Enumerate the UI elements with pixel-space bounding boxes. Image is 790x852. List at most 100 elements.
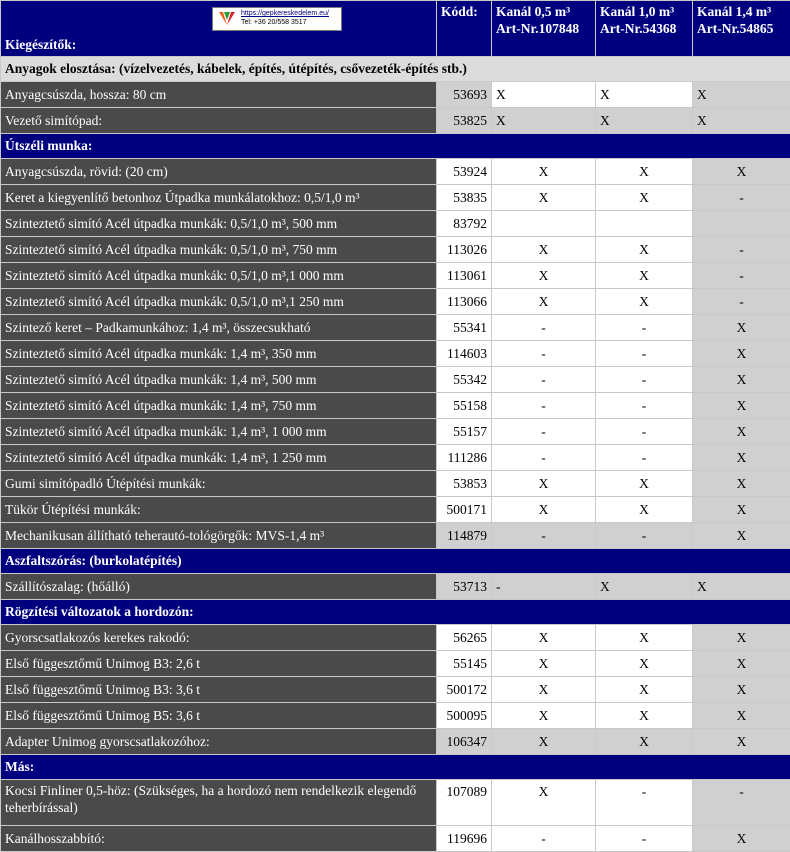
compat-bucket-05: X — [492, 651, 596, 677]
header-bucket-05-size: Kanál 0,5 m³ — [496, 3, 591, 20]
compat-bucket-10: X — [596, 677, 693, 703]
accessory-name: Keret a kiegyenlítő betonhoz Útpadka mun… — [1, 185, 437, 211]
table-row: Első függesztőmű Unimog B5: 3,6 t500095X… — [1, 703, 790, 729]
article-code: 55158 — [437, 393, 492, 419]
accessory-name: Első függesztőmű Unimog B5: 3,6 t — [1, 703, 437, 729]
compat-bucket-14: X — [693, 471, 790, 497]
logo-url-link[interactable]: https://gepkereskedelem.eu/ — [241, 9, 329, 18]
compat-bucket-05: - — [492, 341, 596, 367]
section-header-row: Anyagok elosztása: (vízelvezetés, kábele… — [1, 57, 790, 82]
compat-bucket-05: - — [492, 393, 596, 419]
table-row: Anyagcsúszda, rövid: (20 cm)53924XXX — [1, 159, 790, 185]
accessory-name: Vezető simítópad: — [1, 108, 437, 134]
table-row: Kocsi Finliner 0,5-höz: (Szükséges, ha a… — [1, 780, 790, 826]
article-code: 119696 — [437, 826, 492, 852]
compat-bucket-05: X — [492, 703, 596, 729]
compat-bucket-14: X — [693, 341, 790, 367]
logo-phone: Tel: +36 20/558 3517 — [241, 18, 329, 27]
compat-bucket-10: - — [596, 315, 693, 341]
compat-bucket-10: - — [596, 419, 693, 445]
article-code: 500095 — [437, 703, 492, 729]
header-bucket-10-size: Kanál 1,0 m³ — [600, 3, 688, 20]
compat-bucket-05: X — [492, 185, 596, 211]
header-bucket-14: Kanál 1,4 m³ Art-Nr.54865 — [693, 1, 790, 57]
table-row: Első függesztőmű Unimog B3: 2,6 t55145XX… — [1, 651, 790, 677]
table-row: Mechanikusan állítható teherautó-tológör… — [1, 523, 790, 549]
compat-bucket-10: - — [596, 523, 693, 549]
compat-bucket-14: X — [693, 826, 790, 852]
table-row: Szinteztető simító Acél útpadka munkák: … — [1, 237, 790, 263]
compat-bucket-10: - — [596, 826, 693, 852]
compat-bucket-14: X — [693, 393, 790, 419]
compat-bucket-14: X — [693, 497, 790, 523]
accessory-name: Szintező keret – Padkamunkához: 1,4 m³, … — [1, 315, 437, 341]
compat-bucket-05: X — [492, 625, 596, 651]
compat-bucket-05: X — [492, 677, 596, 703]
compat-bucket-05: - — [492, 367, 596, 393]
accessory-name: Gyorscsatlakozós kerekes rakodó: — [1, 625, 437, 651]
compat-bucket-05: X — [492, 497, 596, 523]
compat-bucket-10: X — [596, 703, 693, 729]
compat-bucket-05: - — [492, 315, 596, 341]
section-title: Anyagok elosztása: (vízelvezetés, kábele… — [1, 57, 790, 82]
compat-bucket-10: X — [596, 108, 693, 134]
company-logo[interactable]: https://gepkereskedelem.eu/ Tel: +36 20/… — [212, 7, 342, 31]
article-code: 500172 — [437, 677, 492, 703]
compat-bucket-05: X — [492, 263, 596, 289]
compat-bucket-14: X — [693, 367, 790, 393]
compat-bucket-14: - — [693, 185, 790, 211]
section-header-row: Aszfaltszórás: (burkolatépítés) — [1, 549, 790, 574]
table-row: Szállítószalag: (hőálló)53713-XX — [1, 574, 790, 600]
accessory-name: Szinteztető simító Acél útpadka munkák: … — [1, 211, 437, 237]
article-code: 55341 — [437, 315, 492, 341]
article-code: 114879 — [437, 523, 492, 549]
article-code: 111286 — [437, 445, 492, 471]
accessory-name: Anyagcsúszda, hossza: 80 cm — [1, 82, 437, 108]
accessory-name: Mechanikusan állítható teherautó-tológör… — [1, 523, 437, 549]
compat-bucket-05: X — [492, 289, 596, 315]
compat-bucket-05: - — [492, 445, 596, 471]
compat-bucket-10: - — [596, 780, 693, 826]
table-row: Szinteztető simító Acél útpadka munkák: … — [1, 367, 790, 393]
accessory-name: Szinteztető simító Acél útpadka munkák: … — [1, 341, 437, 367]
table-header: https://gepkereskedelem.eu/ Tel: +36 20/… — [1, 1, 790, 57]
compat-bucket-14: X — [693, 419, 790, 445]
table-row: Gyorscsatlakozós kerekes rakodó:56265XXX — [1, 625, 790, 651]
header-title-cell: https://gepkereskedelem.eu/ Tel: +36 20/… — [1, 1, 437, 57]
compat-bucket-14: X — [693, 677, 790, 703]
compat-bucket-05: X — [492, 108, 596, 134]
compat-bucket-14: X — [693, 523, 790, 549]
compat-bucket-14: X — [693, 82, 790, 108]
compat-bucket-10 — [596, 211, 693, 237]
compat-bucket-05: X — [492, 780, 596, 826]
accessory-name: Tükör Útépítési munkák: — [1, 497, 437, 523]
article-code: 56265 — [437, 625, 492, 651]
compat-bucket-14: - — [693, 263, 790, 289]
header-bucket-14-art: Art-Nr.54865 — [697, 20, 786, 37]
compat-bucket-14: X — [693, 574, 790, 600]
article-code: 113026 — [437, 237, 492, 263]
compat-bucket-14: X — [693, 625, 790, 651]
compat-bucket-10: - — [596, 367, 693, 393]
accessories-table: https://gepkereskedelem.eu/ Tel: +36 20/… — [0, 0, 790, 852]
table-title: Kiegészítők: — [5, 37, 76, 52]
compat-bucket-10: X — [596, 625, 693, 651]
accessory-name: Kanálhosszabbító: — [1, 826, 437, 852]
article-code: 53693 — [437, 82, 492, 108]
compat-bucket-14: X — [693, 159, 790, 185]
compat-bucket-10: - — [596, 445, 693, 471]
compat-bucket-14 — [693, 211, 790, 237]
table-row: Szinteztető simító Acél útpadka munkák: … — [1, 289, 790, 315]
table-row: Első függesztőmű Unimog B3: 3,6 t500172X… — [1, 677, 790, 703]
article-code: 53713 — [437, 574, 492, 600]
article-code: 53835 — [437, 185, 492, 211]
compat-bucket-10: X — [596, 651, 693, 677]
accessory-name: Szinteztető simító Acél útpadka munkák: … — [1, 445, 437, 471]
section-header-row: Más: — [1, 755, 790, 780]
article-code: 55145 — [437, 651, 492, 677]
table-row: Tükör Útépítési munkák:500171XXX — [1, 497, 790, 523]
article-code: 107089 — [437, 780, 492, 826]
section-title: Más: — [1, 755, 790, 780]
section-title: Rögzítési változatok a hordozón: — [1, 600, 790, 625]
table-row: Keret a kiegyenlítő betonhoz Útpadka mun… — [1, 185, 790, 211]
